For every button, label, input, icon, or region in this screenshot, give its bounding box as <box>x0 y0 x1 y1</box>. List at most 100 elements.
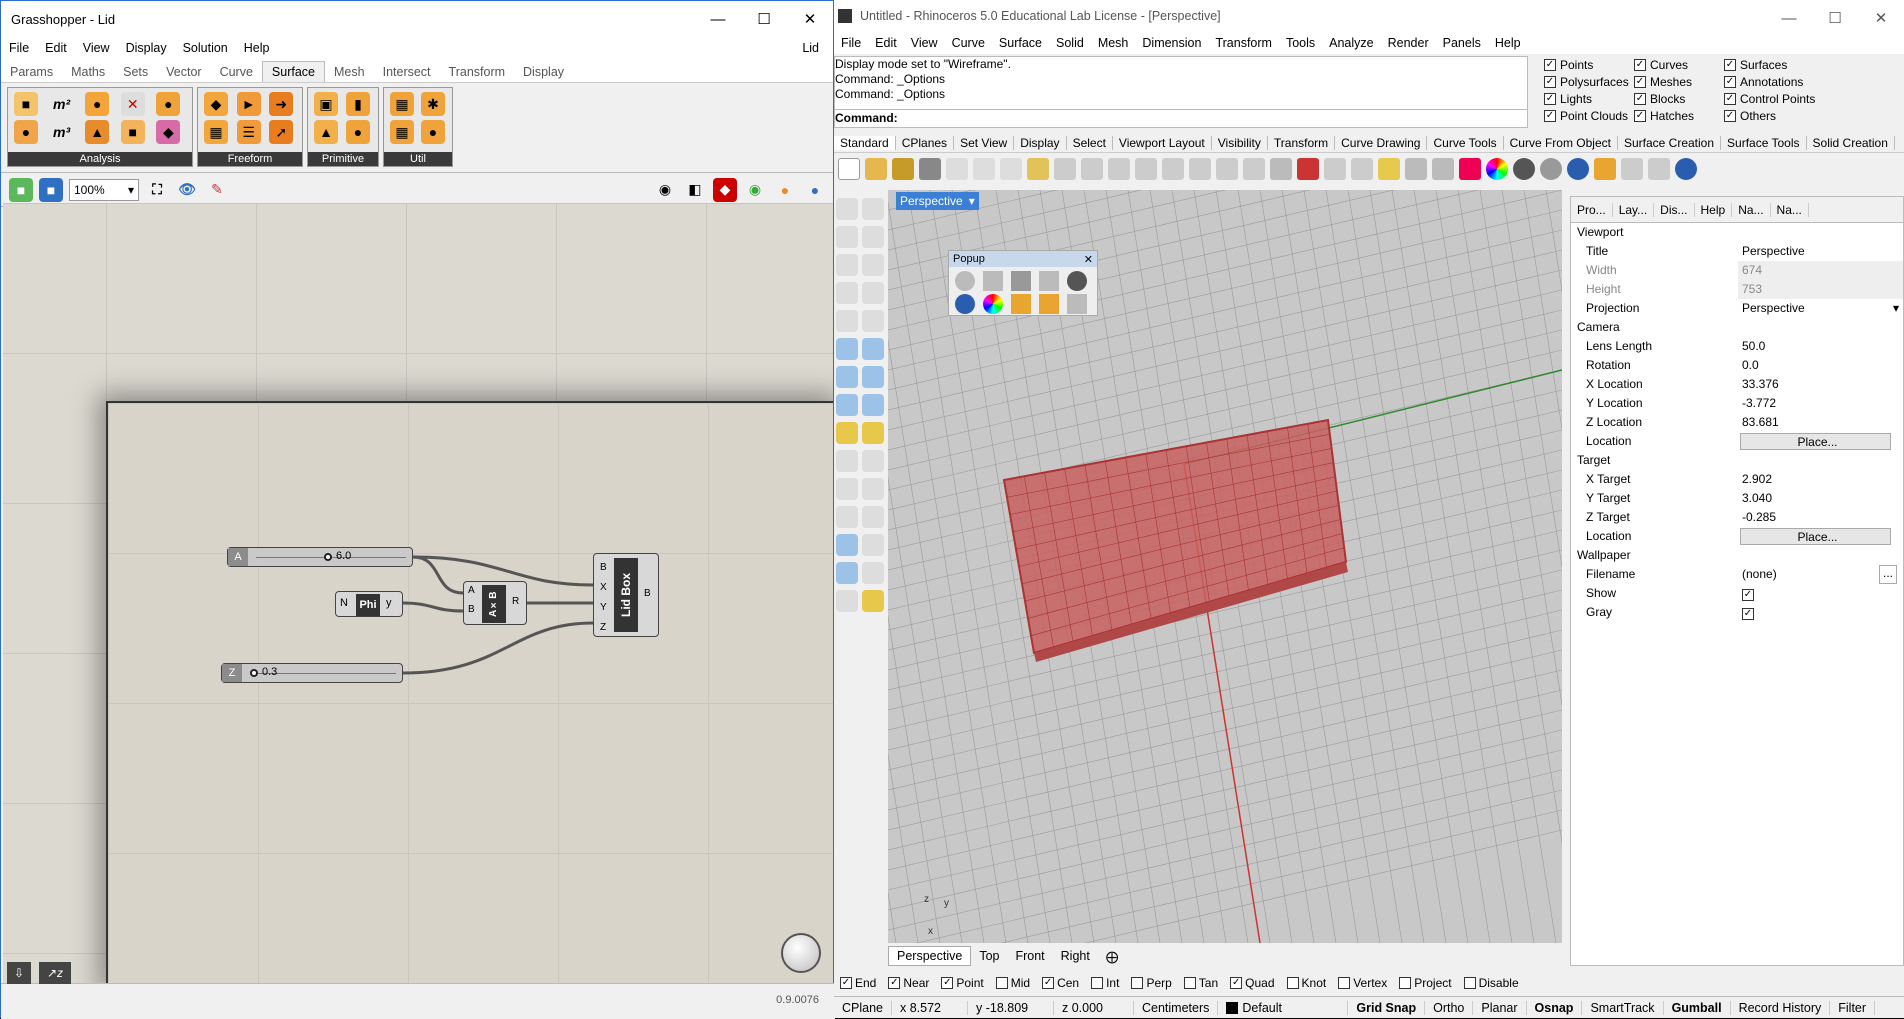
undo-icon[interactable] <box>1054 158 1076 180</box>
filter-annotations[interactable]: ✓ Annotations <box>1724 75 1803 89</box>
osnap-checkbox[interactable]: ✓ <box>1230 977 1243 989</box>
prop-value[interactable]: 83.681 <box>1738 413 1903 432</box>
display-mode-icon[interactable]: ● <box>803 178 827 202</box>
rail-icon[interactable]: ➚ <box>269 120 294 144</box>
brep-icon[interactable]: ✕ <box>120 92 145 116</box>
rotate-view-icon[interactable] <box>1108 158 1130 180</box>
mesh-icon[interactable] <box>836 394 858 416</box>
z-order-icon[interactable]: ↗z <box>39 962 71 984</box>
osnap-checkbox[interactable] <box>1131 977 1144 989</box>
pan-icon[interactable] <box>1081 158 1103 180</box>
filter-control-points[interactable]: ✓ Control Points <box>1724 92 1815 106</box>
perspective-viewport[interactable]: z y x Perspective ▾ Popup ✕ <box>888 190 1562 943</box>
brep-join-icon[interactable]: ● <box>421 120 445 144</box>
viewport-title[interactable]: Perspective ▾ <box>896 192 979 210</box>
gh-tab-sets[interactable]: Sets <box>114 62 157 82</box>
osnap-perp[interactable]: Perp <box>1131 976 1172 990</box>
target-place-button[interactable]: Place... <box>1740 528 1891 545</box>
gh-tab-intersect[interactable]: Intersect <box>374 62 440 82</box>
status-units[interactable]: Centimeters <box>1134 1000 1219 1015</box>
car-icon[interactable] <box>1297 158 1319 180</box>
vp-tab-front[interactable]: Front <box>1007 947 1052 965</box>
sphere-icon[interactable]: ● <box>14 120 38 144</box>
minimize-icon[interactable]: — <box>695 1 741 37</box>
render-icon[interactable] <box>1567 158 1589 180</box>
shaded-icon[interactable] <box>1067 271 1087 291</box>
tb-tab-solid-creation[interactable]: Solid Creation <box>1807 135 1895 150</box>
zoom-window-icon[interactable] <box>1162 158 1184 180</box>
status-ortho[interactable]: Ortho <box>1425 1000 1474 1015</box>
solid-icon[interactable] <box>862 338 884 360</box>
curve-icon[interactable]: ● <box>85 92 110 116</box>
point-icon[interactable] <box>862 198 884 220</box>
explode-icon[interactable] <box>862 422 884 444</box>
zoom-extents-icon[interactable] <box>1189 158 1211 180</box>
rendered-icon[interactable] <box>1540 158 1562 180</box>
line-icon[interactable] <box>836 226 858 248</box>
prop-value[interactable]: 0.0 <box>1738 356 1903 375</box>
rhino-close-icon[interactable]: ✕ <box>1858 0 1904 36</box>
open-icon[interactable]: ■ <box>9 177 33 202</box>
area-icon[interactable]: m² <box>50 92 74 116</box>
circle-icon[interactable] <box>862 254 884 276</box>
copy-icon[interactable] <box>946 158 968 180</box>
dimension-icon[interactable] <box>1648 158 1670 180</box>
tb-tab-cplanes[interactable]: CPlanes <box>896 135 955 150</box>
osnap-project[interactable]: Project <box>1399 976 1452 990</box>
ball-icon[interactable]: ● <box>346 120 370 144</box>
check-icon[interactable] <box>862 562 884 584</box>
prop-value[interactable]: Perspective <box>1738 242 1903 261</box>
gh-menu-edit[interactable]: Edit <box>37 41 75 55</box>
preview-wire-icon[interactable]: ◉ <box>653 178 677 202</box>
shaded-icon[interactable] <box>1513 158 1535 180</box>
status-grid-snap[interactable]: Grid Snap <box>1348 1000 1426 1015</box>
material-icon[interactable]: ● <box>773 178 797 202</box>
trim-icon[interactable] <box>836 450 858 472</box>
layers-icon[interactable] <box>1459 158 1481 180</box>
plane-surface-icon[interactable]: ▲ <box>314 120 338 144</box>
tb-tab-standard[interactable]: Standard <box>834 135 896 150</box>
select-icon[interactable] <box>1324 158 1346 180</box>
osnap-point[interactable]: ✓ Point <box>941 976 984 990</box>
tb-tab-visibility[interactable]: Visibility <box>1212 135 1268 150</box>
status-gumball[interactable]: Gumball <box>1664 1000 1731 1015</box>
filter-point-clouds[interactable]: ✓ Point Clouds <box>1544 109 1628 123</box>
osnap-checkbox[interactable] <box>1463 977 1476 989</box>
gh-menu-solution[interactable]: Solution <box>175 41 236 55</box>
bake-icon[interactable]: ◉ <box>743 178 767 202</box>
panel-tab-named-cplanes[interactable]: Na... <box>1732 202 1771 217</box>
polygon-icon[interactable] <box>836 310 858 332</box>
pipe-icon[interactable]: ☰ <box>236 120 261 144</box>
panel-tab-named-views[interactable]: Na... <box>1771 202 1809 217</box>
status-osnap[interactable]: Osnap <box>1527 1000 1583 1015</box>
status-smarttrack[interactable]: SmartTrack <box>1582 1000 1664 1015</box>
rhino-maximize-icon[interactable]: ☐ <box>1812 0 1858 36</box>
gh-menu-help[interactable]: Help <box>236 41 278 55</box>
gh-menu-file[interactable]: File <box>1 41 37 55</box>
render-icon[interactable] <box>955 294 975 314</box>
fillet-icon[interactable] <box>862 310 884 332</box>
rh-menu-tools[interactable]: Tools <box>1279 36 1322 50</box>
slider-z[interactable]: Z 0.3 <box>221 663 403 683</box>
rectangle-icon[interactable] <box>862 282 884 304</box>
popup-close-icon[interactable]: ✕ <box>1084 253 1093 266</box>
pan-icon[interactable] <box>1067 294 1087 314</box>
panel-tab-layers[interactable]: Lay... <box>1613 202 1655 217</box>
save-icon[interactable] <box>1011 271 1031 291</box>
osnap-checkbox[interactable] <box>1183 977 1196 989</box>
new-icon[interactable] <box>838 158 860 180</box>
cut-icon[interactable] <box>973 158 995 180</box>
slider-z-handle[interactable] <box>250 669 258 677</box>
filter-lights[interactable]: ✓ Lights <box>1544 92 1592 106</box>
panel-tab-properties[interactable]: Pro... <box>1571 202 1613 217</box>
osnap-checkbox[interactable] <box>995 977 1008 989</box>
rotate-icon[interactable] <box>862 478 884 500</box>
move-icon[interactable] <box>836 478 858 500</box>
sweep-icon[interactable]: ► <box>236 92 261 116</box>
grid-icon[interactable] <box>1351 158 1373 180</box>
filter-blocks[interactable]: ✓ Blocks <box>1634 92 1685 106</box>
slider-a-handle[interactable] <box>324 553 332 561</box>
prop-value[interactable]: 2.902 <box>1738 470 1903 489</box>
rh-menu-file[interactable]: File <box>834 36 868 50</box>
prop-value[interactable]: -3.772 <box>1738 394 1903 413</box>
